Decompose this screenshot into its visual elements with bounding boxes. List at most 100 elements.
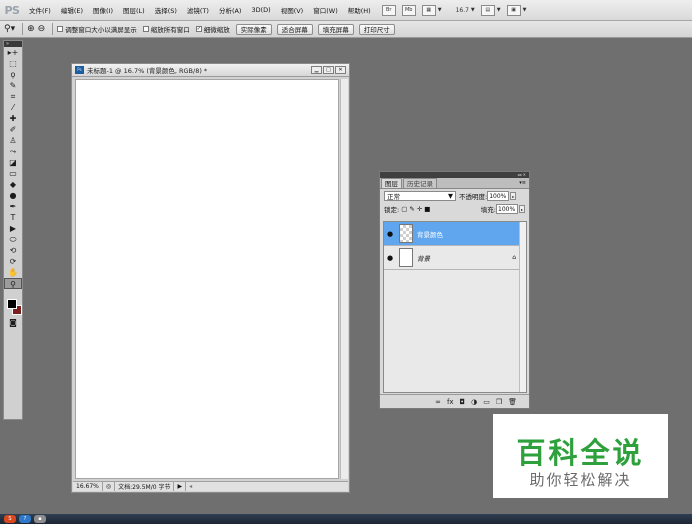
- menu-view[interactable]: 视图(V): [276, 5, 309, 15]
- document-titlebar[interactable]: Ps 未标题-1 @ 16.7% (背景颜色, RGB/8) * ▁ □ ✕: [72, 64, 349, 77]
- tab-layers[interactable]: 图层: [381, 178, 402, 188]
- brush-tool-icon[interactable]: ✐: [4, 124, 22, 135]
- taskbar-app-icon[interactable]: ?: [19, 515, 31, 523]
- menu-select[interactable]: 选择(S): [150, 5, 182, 15]
- checkbox-box[interactable]: [57, 26, 64, 32]
- dodge-tool-icon[interactable]: ●: [4, 190, 22, 201]
- document-canvas[interactable]: [75, 79, 339, 479]
- horizontal-scrollbar[interactable]: ◂: [186, 482, 348, 491]
- menu-help[interactable]: 帮助(H): [343, 5, 376, 15]
- eyedropper-tool-icon[interactable]: ⁄: [4, 102, 22, 113]
- history-brush-tool-icon[interactable]: ⤳: [4, 146, 22, 157]
- layer-list-scrollbar[interactable]: [519, 222, 526, 392]
- hand-tool-icon[interactable]: ✋: [4, 267, 22, 278]
- zoom-status[interactable]: 16.67%: [73, 482, 103, 491]
- trash-icon[interactable]: 🗑: [508, 398, 517, 406]
- opacity-arrow-icon[interactable]: ▸: [510, 191, 517, 200]
- foreground-color-swatch[interactable]: [7, 299, 17, 309]
- eye-icon[interactable]: ●: [384, 230, 396, 238]
- shape-tool-icon[interactable]: ⬭: [4, 234, 22, 245]
- blend-row: 正常 ▼ 不透明度: 100% ▸: [380, 189, 529, 202]
- actual-pixels-button[interactable]: 实际像素: [235, 23, 272, 35]
- lock-position-icon[interactable]: ✛: [417, 205, 422, 213]
- zoom-out-icon[interactable]: ⊖: [38, 24, 46, 34]
- view-extras-icon[interactable]: ▦: [421, 4, 436, 16]
- vertical-scrollbar[interactable]: [340, 79, 348, 479]
- menu-edit[interactable]: 编辑(E): [56, 5, 88, 15]
- document-window: Ps 未标题-1 @ 16.7% (背景颜色, RGB/8) * ▁ □ ✕ 1…: [71, 63, 350, 493]
- tab-history[interactable]: 历史记录: [403, 178, 437, 188]
- checkbox-label: 调整窗口大小以满屏显示: [65, 26, 137, 34]
- path-select-tool-icon[interactable]: ▶: [4, 223, 22, 234]
- quick-select-tool-icon[interactable]: ✎: [4, 80, 22, 91]
- pen-tool-icon[interactable]: ✒: [4, 201, 22, 212]
- print-size-button[interactable]: 打印尺寸: [358, 23, 395, 35]
- fill-arrow-icon[interactable]: ▸: [519, 204, 525, 213]
- mini-bridge-button[interactable]: Mb: [401, 4, 416, 16]
- lock-image-icon[interactable]: ✎: [409, 205, 414, 213]
- menu-analysis[interactable]: 分析(A): [214, 5, 247, 15]
- resize-windows-checkbox[interactable]: 调整窗口大小以满屏显示: [57, 24, 137, 34]
- layer-name: 背景: [417, 254, 430, 263]
- menu-file[interactable]: 文件(F): [24, 5, 56, 15]
- taskbar-app-icon[interactable]: S: [4, 515, 16, 523]
- layer-style-icon[interactable]: fx: [447, 398, 454, 406]
- zoom-all-windows-checkbox[interactable]: 缩放所有窗口: [142, 24, 190, 34]
- lock-transparent-icon[interactable]: ▢: [401, 205, 407, 213]
- opacity-input[interactable]: 100%: [487, 190, 510, 201]
- layer-row-background[interactable]: ● 背景 ⌂: [384, 246, 526, 270]
- blur-tool-icon[interactable]: ◆: [4, 179, 22, 190]
- marquee-tool-icon[interactable]: ⬚: [4, 58, 22, 69]
- status-menu-arrow-icon[interactable]: ▶: [174, 482, 187, 491]
- scrubby-zoom-checkbox[interactable]: ✓ 细微缩放: [195, 24, 230, 34]
- eye-icon[interactable]: ●: [384, 254, 396, 262]
- maximize-icon[interactable]: □: [323, 66, 334, 74]
- bridge-button[interactable]: Br: [381, 4, 396, 16]
- watermark-title: 百科全说: [516, 436, 645, 470]
- blend-mode-select[interactable]: 正常 ▼: [384, 190, 456, 201]
- checkbox-box-checked[interactable]: ✓: [195, 26, 202, 32]
- crop-tool-icon[interactable]: ⌗: [4, 91, 22, 102]
- type-tool-icon[interactable]: T: [4, 212, 22, 223]
- panel-menu-icon[interactable]: ▾≡: [519, 178, 526, 188]
- lock-all-icon[interactable]: ■: [424, 205, 430, 213]
- new-group-icon[interactable]: ▭: [483, 398, 490, 406]
- checkbox-box[interactable]: [142, 26, 149, 32]
- divider: [22, 23, 24, 35]
- chevron-down-icon: ▼: [470, 7, 475, 13]
- menu-window[interactable]: 窗口(W): [308, 5, 343, 15]
- minimize-icon[interactable]: ▁: [311, 66, 322, 74]
- stamp-tool-icon[interactable]: ♙: [4, 135, 22, 146]
- zoom-level[interactable]: 16.7: [456, 7, 469, 14]
- fill-screen-button[interactable]: 填充屏幕: [317, 23, 354, 35]
- healing-brush-tool-icon[interactable]: ✚: [4, 113, 22, 124]
- taskbar-app-icon[interactable]: ▪: [34, 515, 46, 523]
- close-icon[interactable]: ✕: [335, 66, 346, 74]
- menu-image[interactable]: 图像(I): [88, 5, 118, 15]
- panel-bottom-toolbar: ∞ fx ◘ ◑ ▭ ❐ 🗑: [380, 394, 529, 408]
- menu-filter[interactable]: 滤镜(T): [182, 5, 214, 15]
- eraser-tool-icon[interactable]: ◪: [4, 157, 22, 168]
- menu-layer[interactable]: 图层(L): [118, 5, 150, 15]
- status-info-icon[interactable]: ◎: [103, 482, 116, 491]
- move-tool-icon[interactable]: ▸+: [4, 47, 22, 58]
- new-layer-icon[interactable]: ❐: [496, 398, 502, 406]
- gradient-tool-icon[interactable]: ▭: [4, 168, 22, 179]
- fill-input[interactable]: 100%: [496, 203, 518, 214]
- 3d-orbit-tool-icon[interactable]: ⟳: [4, 256, 22, 267]
- zoom-tool-preset-icon[interactable]: ⚲▾: [4, 24, 15, 34]
- fit-screen-button[interactable]: 适合屏幕: [276, 23, 313, 35]
- screen-mode-icon[interactable]: ▣: [506, 4, 521, 16]
- zoom-tool-icon[interactable]: ⚲: [4, 278, 22, 289]
- quick-mask-icon[interactable]: ◙: [4, 317, 22, 328]
- link-layers-icon[interactable]: ∞: [435, 398, 441, 406]
- arrange-documents-icon[interactable]: ▤: [480, 4, 495, 16]
- layer-mask-icon[interactable]: ◘: [460, 398, 466, 406]
- lasso-tool-icon[interactable]: ϙ: [4, 69, 22, 80]
- adjustment-layer-icon[interactable]: ◑: [471, 398, 477, 406]
- menu-3d[interactable]: 3D(D): [246, 6, 275, 14]
- zoom-in-icon[interactable]: ⊕: [27, 24, 35, 34]
- 3d-rotate-tool-icon[interactable]: ⟲: [4, 245, 22, 256]
- layer-row-background-color[interactable]: ● 背景颜色: [384, 222, 526, 246]
- document-info: 文档:29.5M/0 字节: [115, 482, 175, 491]
